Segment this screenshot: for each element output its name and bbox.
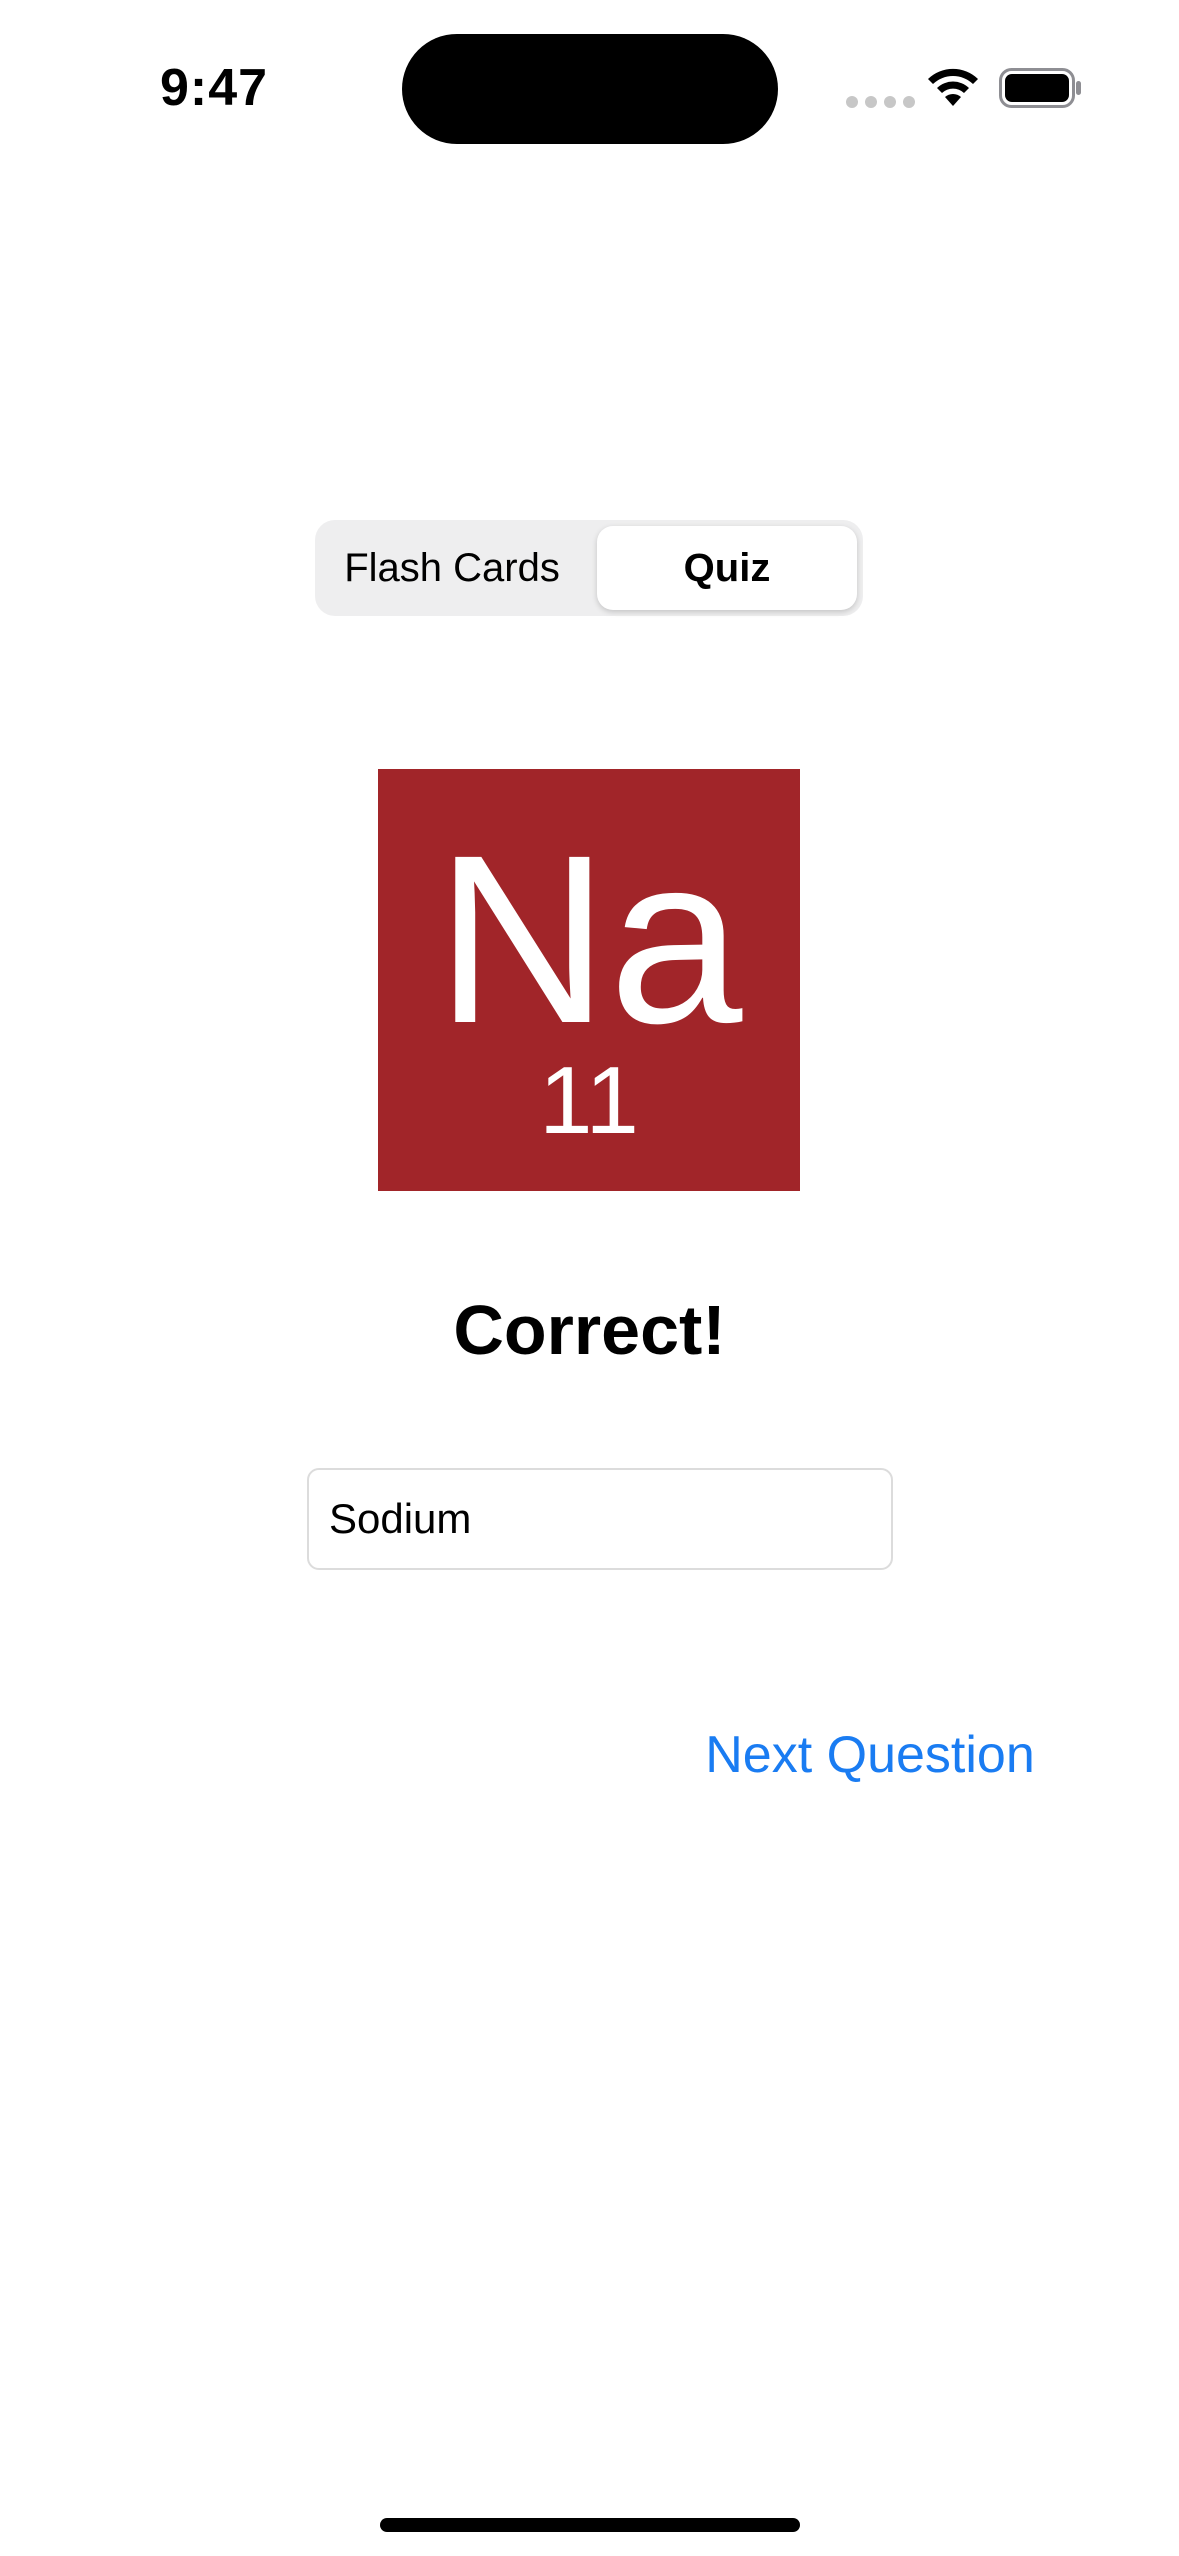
element-symbol: Na (435, 805, 743, 1073)
element-tile: Na 11 (378, 769, 800, 1191)
battery-full-icon (999, 68, 1081, 108)
quiz-screen: 9:47 Flash Cards Quiz Na 11 Correct! Nex… (0, 0, 1179, 2556)
segment-flash-cards[interactable]: Flash Cards (321, 526, 583, 610)
status-time: 9:47 (160, 59, 269, 117)
atomic-number: 11 (539, 1047, 639, 1154)
wifi-icon (928, 68, 978, 106)
home-indicator[interactable] (380, 2518, 800, 2532)
segment-quiz[interactable]: Quiz (597, 526, 857, 610)
answer-input[interactable] (307, 1468, 893, 1570)
mode-segmented-control: Flash Cards Quiz (315, 520, 863, 616)
result-label: Correct! (453, 1291, 726, 1369)
dynamic-island (402, 34, 778, 144)
next-question-button[interactable]: Next Question (690, 1720, 1050, 1790)
cellular-signal-icon (846, 96, 915, 108)
